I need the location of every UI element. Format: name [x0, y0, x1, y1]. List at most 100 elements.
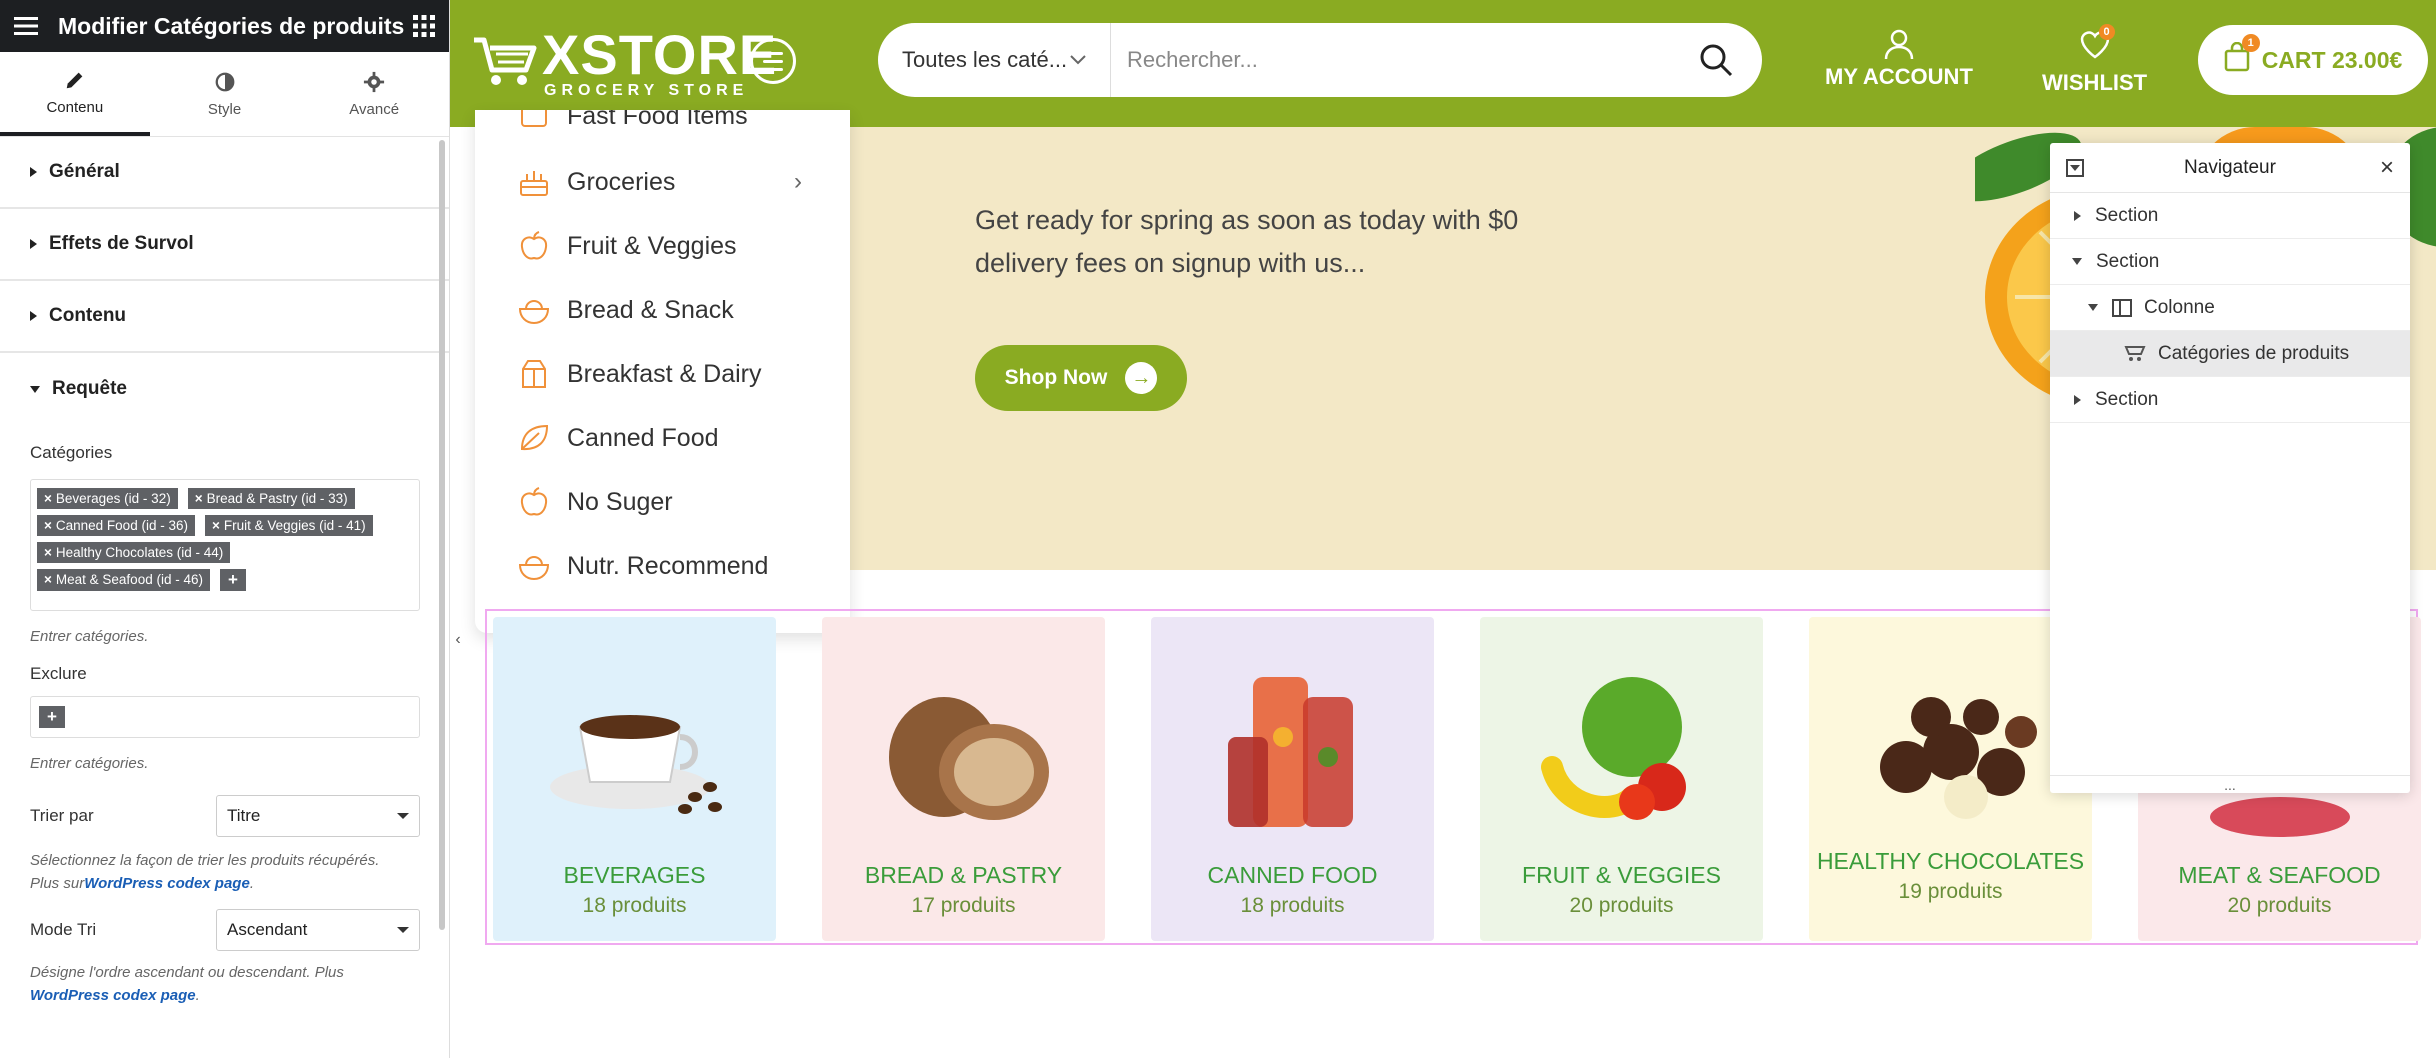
category-tag[interactable]: × Healthy Chocolates (id - 44) — [37, 542, 231, 563]
bread-image — [888, 697, 1049, 820]
menu-item-groceries[interactable]: Groceries › — [475, 150, 850, 214]
hamburger-icon[interactable] — [14, 16, 38, 36]
caret-right-icon — [30, 311, 37, 321]
category-tag[interactable]: × Fruit & Veggies (id - 41) — [204, 515, 373, 536]
menu-item-bread-snack[interactable]: Bread & Snack — [475, 278, 850, 342]
tab-style[interactable]: Style — [150, 52, 300, 136]
codex-link-2[interactable]: WordPress codex page — [30, 987, 196, 1004]
category-card-fruit-veggies[interactable]: FRUIT & VEGGIES 20 produits — [1480, 617, 1763, 941]
tab-style-label: Style — [207, 100, 242, 118]
cart-count-badge: 1 — [2241, 34, 2260, 52]
section-hover-effects[interactable]: Effets de Survol — [0, 209, 449, 281]
search-bar: Toutes les caté... Rechercher... — [878, 23, 1762, 97]
section-query[interactable]: Requête — [0, 353, 449, 425]
menu-item-canned-food[interactable]: Canned Food — [475, 406, 850, 470]
navigator-row-column[interactable]: Colonne — [2050, 285, 2410, 331]
sort-by-label: Trier par — [30, 806, 94, 825]
section-query-label: Requête — [52, 378, 127, 399]
category-tag[interactable]: × Canned Food (id - 36) — [37, 515, 195, 536]
order-select[interactable]: Ascendant — [216, 909, 420, 951]
category-tag[interactable]: × Beverages (id - 32) — [37, 488, 178, 509]
exclude-hint: Entrer catégories. — [30, 755, 149, 772]
navigator-row-section[interactable]: Section — [2050, 377, 2410, 423]
menu-item-fruit-veggies[interactable]: Fruit & Veggies — [475, 214, 850, 278]
chevron-down-icon — [1070, 55, 1086, 65]
editor-topbar: Modifier Catégories de produits — [0, 0, 449, 52]
category-card-beverages[interactable]: BEVERAGES 18 produits — [493, 617, 776, 941]
caret-right-icon — [30, 239, 37, 249]
site-preview: Get ready for spring as soon as today wi… — [450, 0, 2436, 1058]
section-content[interactable]: Contenu — [0, 281, 449, 353]
search-input[interactable]: Rechercher... — [1111, 47, 1698, 73]
pencil-icon — [66, 72, 83, 88]
site-logo[interactable]: XSTORE GROCERY STORE — [472, 26, 777, 100]
coffee-cup-image — [549, 715, 722, 814]
logo-main: XSTORE — [542, 23, 778, 86]
cake-icon — [520, 171, 548, 196]
search-icon[interactable] — [1698, 42, 1734, 78]
category-card-canned-food[interactable]: CANNED FOOD 18 produits — [1151, 617, 1434, 941]
menu-button[interactable] — [750, 38, 796, 84]
navigator-row-section[interactable]: Section — [2050, 239, 2410, 285]
jars-image — [1227, 677, 1353, 827]
category-tag[interactable]: × Meat & Seafood (id - 46) — [37, 569, 210, 591]
menu-item-breakfast-dairy[interactable]: Breakfast & Dairy — [475, 342, 850, 406]
cart-button[interactable]: 1 CART 23.00€ — [2198, 25, 2428, 95]
editor-title: Modifier Catégories de produits — [58, 12, 405, 39]
menu-item-no-suger[interactable]: No Suger — [475, 470, 850, 534]
categories-tag-input[interactable]: × Beverages (id - 32) × Bread & Pastry (id… — [30, 479, 420, 611]
wishlist-count-badge: 0 — [2098, 24, 2115, 40]
my-account-link[interactable]: MY ACCOUNT — [1825, 28, 1973, 90]
shopping-cart-logo-icon — [474, 37, 537, 85]
exclude-input[interactable]: + — [30, 696, 420, 738]
caret-down-icon — [2088, 304, 2098, 311]
chocolates-image — [1879, 697, 2037, 819]
menu-item-fast-food[interactable]: Fast Food Items — [475, 110, 850, 150]
apple-icon — [520, 231, 548, 260]
tab-content[interactable]: Contenu — [0, 52, 150, 136]
bowl-icon — [518, 555, 550, 581]
caret-right-icon — [2074, 210, 2081, 221]
apple-icon — [520, 487, 548, 516]
navigator-header: Navigateur × — [2050, 143, 2410, 193]
order-label: Mode Tri — [30, 920, 97, 939]
section-general[interactable]: Général — [0, 137, 449, 209]
close-icon[interactable]: × — [2380, 154, 2394, 182]
sort-by-control: Trier par Titre — [0, 795, 449, 837]
column-icon — [2112, 298, 2132, 317]
caret-down-icon — [2072, 258, 2082, 265]
category-card-bread-pastry[interactable]: BREAD & PASTRY 17 produits — [822, 617, 1105, 941]
gear-icon — [364, 71, 385, 92]
wishlist-link[interactable]: 0 WISHLIST — [2042, 24, 2147, 96]
add-exclude-button[interactable]: + — [39, 706, 65, 728]
tab-content-label: Contenu — [46, 98, 104, 116]
section-hover-label: Effets de Survol — [49, 233, 194, 254]
codex-link[interactable]: WordPress codex page — [84, 875, 250, 892]
navigator-row-product-categories[interactable]: Catégories de produits — [2050, 331, 2410, 377]
tab-advanced[interactable]: Avancé — [299, 52, 449, 136]
navigator-row-section[interactable]: Section — [2050, 193, 2410, 239]
search-category-select[interactable]: Toutes les caté... — [878, 23, 1111, 97]
sort-by-select[interactable]: Titre — [216, 795, 420, 837]
leaf-icon — [520, 424, 549, 451]
menu-item-nutr-recommend[interactable]: Nutr. Recommend — [475, 534, 850, 598]
editor-panel: Modifier Catégories de produits Contenu … — [0, 0, 450, 1058]
navigator-title: Navigateur — [2184, 156, 2276, 178]
collapse-all-icon[interactable] — [2066, 158, 2084, 177]
navigator-resize-handle[interactable]: ... — [2050, 775, 2410, 793]
caret-down-icon — [30, 385, 40, 393]
category-dropdown-menu: Fast Food Items Groceries › Fruit & Vegg… — [475, 110, 850, 633]
order-hint: Désigne l'ordre ascendant ou descendant.… — [30, 964, 344, 1004]
order-control: Mode Tri Ascendant — [0, 909, 449, 951]
add-category-button[interactable]: + — [219, 569, 246, 591]
category-tag[interactable]: × Bread & Pastry (id - 33) — [187, 488, 355, 509]
editor-scrollbar[interactable] — [439, 140, 445, 930]
site-header: XSTORE GROCERY STORE Toutes les caté... … — [450, 0, 2436, 127]
product-categories-widget-icon — [2124, 345, 2146, 361]
editor-tabs: Contenu Style Avancé — [0, 52, 449, 137]
categories-hint: Entrer catégories. — [30, 628, 149, 645]
tab-advanced-label: Avancé — [349, 100, 400, 118]
grid-icon[interactable] — [413, 15, 435, 37]
section-general-label: Général — [49, 161, 120, 182]
shop-now-button[interactable]: Shop Now → — [975, 345, 1187, 411]
